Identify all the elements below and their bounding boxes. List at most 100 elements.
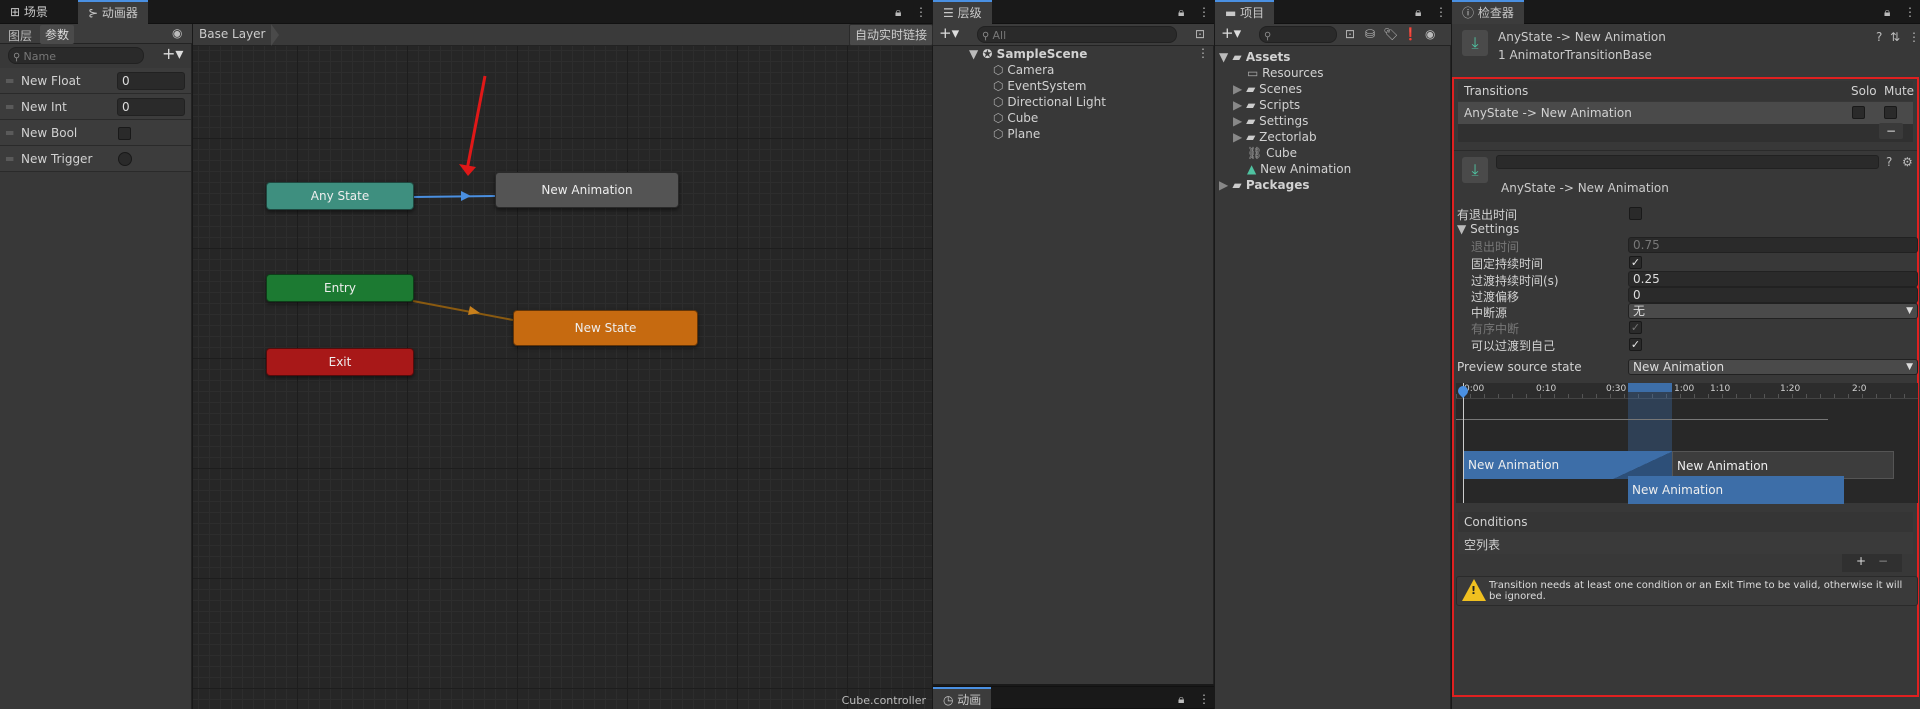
asset-item[interactable]: ⛓ Cube xyxy=(1247,145,1297,161)
new-animation-node[interactable]: New Animation xyxy=(495,172,679,208)
exit-node[interactable]: Exit xyxy=(266,348,414,376)
trigger-radio[interactable] xyxy=(118,152,132,166)
lock-icon[interactable]: 🔒︎ xyxy=(1178,0,1184,24)
bool-checkbox[interactable] xyxy=(118,127,131,140)
scene-root[interactable]: ▼ ✪ SampleScene xyxy=(969,46,1087,62)
duration-field[interactable]: 0.25 xyxy=(1628,271,1918,287)
solo-checkbox[interactable] xyxy=(1852,106,1865,119)
expand-arrow-icon[interactable]: ▶ xyxy=(1233,82,1242,96)
more-menu-icon[interactable]: ⋮ xyxy=(915,0,927,24)
more-menu-icon[interactable]: ⋮ xyxy=(1908,30,1920,44)
expand-arrow-icon[interactable]: ▶ xyxy=(1233,98,1242,112)
tab-layers[interactable]: 图层 xyxy=(8,27,32,44)
drag-handle-icon[interactable]: ═ xyxy=(6,146,13,172)
create-button[interactable]: +▾ xyxy=(939,24,959,42)
tab-animation[interactable]: ◷ 动画 xyxy=(933,687,992,709)
expand-arrow-icon[interactable]: ▼ xyxy=(969,47,978,61)
next-clip-bar[interactable]: New Animation xyxy=(1628,476,1844,504)
can-transition-to-self-checkbox[interactable]: ✓ xyxy=(1629,338,1642,351)
tab-parameters[interactable]: 参数 xyxy=(40,25,75,44)
preset-sliders-icon[interactable]: ⇅ xyxy=(1890,30,1900,44)
packages-root[interactable]: ▶ ▰ Packages xyxy=(1219,177,1309,193)
visibility-eye-icon[interactable]: ◉ xyxy=(1425,27,1435,41)
tab-animator[interactable]: ⊱ 动画器 xyxy=(78,0,148,24)
transition-list-item[interactable]: AnyState -> New Animation xyxy=(1458,102,1913,124)
folder-item[interactable]: ▶ ▰ Scripts xyxy=(1233,97,1300,113)
lock-icon[interactable]: 🔒︎ xyxy=(1415,0,1421,24)
expand-arrow-icon[interactable]: ▶ xyxy=(1219,178,1228,192)
hierarchy-item[interactable]: ⬡ Cube xyxy=(993,110,1038,126)
project-search-input[interactable]: ⚲ xyxy=(1259,26,1337,43)
remove-transition-button[interactable]: − xyxy=(1879,123,1903,139)
float-value-field[interactable]: 0 xyxy=(117,72,185,90)
transition-name-input[interactable] xyxy=(1496,155,1879,169)
playhead-line[interactable] xyxy=(1463,383,1464,503)
mute-checkbox[interactable] xyxy=(1884,106,1897,119)
drag-handle-icon[interactable]: ═ xyxy=(6,68,13,94)
hierarchy-item[interactable]: ⬡ Camera xyxy=(993,62,1054,78)
lock-icon[interactable]: 🔒︎ xyxy=(1884,0,1890,24)
param-row-trigger[interactable]: ═ New Trigger xyxy=(0,146,191,172)
tab-hierarchy[interactable]: ☰ 层级 xyxy=(933,0,992,24)
folder-item[interactable]: ▶ ▰ Settings xyxy=(1233,113,1308,129)
hierarchy-item[interactable]: ⬡ EventSystem xyxy=(993,78,1086,94)
filter-icon[interactable]: ⊡ xyxy=(1195,27,1205,41)
folder-item[interactable]: ▭ Resources xyxy=(1247,65,1323,81)
warning-filter-icon[interactable]: ❗ xyxy=(1403,27,1418,41)
int-value-field[interactable]: 0 xyxy=(117,98,185,116)
settings-foldout[interactable]: ▼ Settings xyxy=(1457,222,1519,236)
help-icon[interactable]: ? xyxy=(1886,155,1892,169)
tab-inspector[interactable]: ⓘ 检查器 xyxy=(1452,0,1524,24)
assets-root[interactable]: ▼ ▰ Assets xyxy=(1219,49,1290,65)
visibility-eye-icon[interactable]: ◉ xyxy=(172,26,182,40)
tab-project[interactable]: ▬ 项目 xyxy=(1215,0,1275,24)
transition-timeline[interactable]: 0:00 0:10 0:30 1:00 1:10 1:20 2:0 New An… xyxy=(1455,383,1918,504)
add-condition-button[interactable]: + xyxy=(1856,554,1866,568)
interruption-source-dropdown[interactable]: 无 ▼ xyxy=(1628,303,1918,319)
param-row-bool[interactable]: ═ New Bool xyxy=(0,120,191,146)
help-icon[interactable]: ? xyxy=(1876,30,1882,44)
expand-arrow-icon[interactable]: ▶ xyxy=(1233,130,1242,144)
hierarchy-item[interactable]: ⬡ Plane xyxy=(993,126,1040,142)
more-menu-icon[interactable]: ⋮ xyxy=(1198,687,1210,709)
preview-source-dropdown[interactable]: New Animation ▼ xyxy=(1628,359,1918,375)
param-row-float[interactable]: ═ New Float 0 xyxy=(0,68,191,94)
remove-condition-button[interactable]: − xyxy=(1878,554,1888,568)
drag-handle-icon[interactable]: ═ xyxy=(6,120,13,146)
lock-icon[interactable]: 🔒︎ xyxy=(1178,687,1184,709)
asset-item[interactable]: ▲ New Animation xyxy=(1247,161,1351,177)
destination-clip-bar[interactable]: New Animation xyxy=(1672,451,1894,479)
hierarchy-search-input[interactable]: ⚲ All xyxy=(977,26,1177,43)
expand-arrow-icon[interactable]: ▶ xyxy=(1233,114,1242,128)
any-state-node[interactable]: Any State xyxy=(266,182,414,210)
offset-field[interactable]: 0 xyxy=(1628,287,1918,303)
add-parameter-button[interactable]: +▾ xyxy=(162,44,183,63)
param-search-input[interactable]: ⚲ Name xyxy=(8,47,144,64)
more-menu-icon[interactable]: ⋮ xyxy=(1197,46,1209,60)
new-state-node[interactable]: New State xyxy=(513,310,698,346)
anystate-transition-line[interactable] xyxy=(412,195,496,198)
more-menu-icon[interactable]: ⋮ xyxy=(1435,0,1447,24)
hierarchy-item[interactable]: ⬡ Directional Light xyxy=(993,94,1106,110)
tag-icon[interactable]: 🏷︎ xyxy=(1383,27,1398,41)
lock-icon[interactable]: 🔒︎ xyxy=(895,0,901,24)
folder-item[interactable]: ▶ ▰ Scenes xyxy=(1233,81,1302,97)
expand-arrow-icon[interactable]: ▼ xyxy=(1219,50,1228,64)
entry-node[interactable]: Entry xyxy=(266,274,414,302)
search-by-type-icon[interactable]: ⊡ xyxy=(1345,27,1355,41)
settings-gear-icon[interactable]: ⚙ xyxy=(1902,155,1913,169)
drag-handle-icon[interactable]: ═ xyxy=(6,94,13,120)
source-clip-bar[interactable]: New Animation xyxy=(1464,451,1672,479)
more-menu-icon[interactable]: ⋮ xyxy=(1198,0,1210,24)
animator-graph[interactable]: Base Layer 自动实时链接 Any State New Animatio… xyxy=(193,24,934,709)
overlap-range-handle[interactable] xyxy=(1628,383,1672,392)
more-menu-icon[interactable]: ⋮ xyxy=(1904,0,1916,24)
create-button[interactable]: +▾ xyxy=(1221,24,1241,42)
tab-scene[interactable]: ⊞ 场景 xyxy=(0,0,58,24)
has-exit-time-checkbox[interactable] xyxy=(1629,207,1642,220)
folder-item[interactable]: ▶ ▰ Zectorlab xyxy=(1233,129,1317,145)
param-row-int[interactable]: ═ New Int 0 xyxy=(0,94,191,120)
search-by-label-icon[interactable]: ⛁ xyxy=(1365,27,1375,41)
fixed-duration-checkbox[interactable]: ✓ xyxy=(1629,256,1642,269)
transition-detail-name: AnyState -> New Animation xyxy=(1501,181,1669,195)
